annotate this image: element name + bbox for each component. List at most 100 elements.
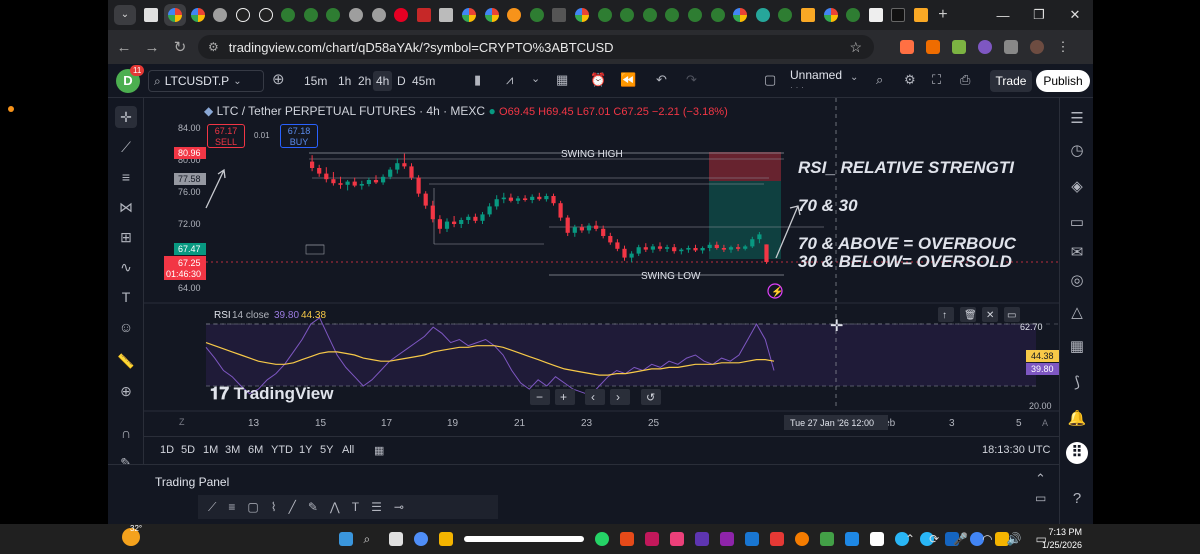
range-5y[interactable]: 5Y [320, 444, 333, 456]
extension-icon[interactable] [952, 40, 966, 54]
scroll-left-button[interactable] [585, 389, 605, 405]
candle-body[interactable] [331, 179, 336, 184]
candle-body[interactable] [643, 247, 648, 250]
file-explorer-icon[interactable] [438, 532, 453, 546]
range-1y[interactable]: 1Y [299, 444, 312, 456]
candle-body[interactable] [359, 184, 364, 186]
candle-body[interactable] [430, 205, 435, 220]
settings-icon[interactable]: ⚙ [904, 72, 916, 88]
candle-body[interactable] [416, 177, 421, 194]
magnet-tool-icon[interactable]: ∩ [115, 422, 137, 444]
tab-chatgpt-6[interactable] [620, 8, 635, 22]
tray-chevron-icon[interactable]: ⌃ [905, 532, 915, 546]
symbol-search[interactable]: ⌕ LTCUSDT.P ⌄ [148, 70, 264, 92]
position-stop-zone[interactable] [709, 152, 781, 181]
app-icon[interactable] [869, 532, 884, 546]
zoom-tool-icon[interactable]: ⊕ [115, 380, 137, 402]
candle-body[interactable] [551, 196, 556, 204]
candle-body[interactable] [381, 176, 386, 183]
interval-15m[interactable]: 15m [304, 71, 327, 91]
start-windows-icon[interactable] [338, 532, 353, 546]
interval-45m[interactable]: 45m [412, 71, 435, 91]
tab-shield[interactable] [755, 8, 770, 22]
brush-tool-icon[interactable]: ∿ [115, 256, 137, 278]
timezone-z-icon[interactable]: Z [179, 417, 185, 427]
candle-body[interactable] [558, 203, 563, 218]
app-icon[interactable] [619, 532, 634, 546]
panel-maximize-icon[interactable]: ▭ [1035, 491, 1046, 505]
tab-yellow[interactable] [800, 8, 815, 22]
candle-body[interactable] [601, 228, 606, 236]
candle-body[interactable] [395, 163, 400, 170]
swing-low-label[interactable]: SWING LOW [641, 271, 701, 282]
candle-body[interactable] [487, 206, 492, 215]
emoji-tool-icon[interactable]: ☺ [115, 316, 137, 338]
candle-body[interactable] [409, 166, 414, 178]
fib-icon[interactable]: ≡ [228, 500, 235, 514]
layout-grid-icon[interactable]: ▦ [556, 72, 568, 88]
tab-pinterest[interactable] [394, 8, 409, 22]
tab-chatgpt-4[interactable] [529, 8, 544, 22]
volume-icon[interactable]: 🔊 [1007, 532, 1022, 546]
candle-body[interactable] [650, 246, 655, 250]
candle-body[interactable] [402, 163, 407, 167]
tab-bank[interactable] [439, 8, 454, 22]
candle-type-icon[interactable]: ▮ [474, 72, 481, 88]
indicators-dropdown-icon[interactable]: ⌄ [531, 72, 540, 85]
candle-body[interactable] [523, 198, 528, 200]
tab-png[interactable] [552, 8, 567, 22]
extension-icon[interactable] [978, 40, 992, 54]
candle-body[interactable] [629, 253, 634, 258]
candle-body[interactable] [459, 220, 464, 224]
candle-body[interactable] [693, 248, 698, 251]
snapshot-icon[interactable]: ⎙ [960, 72, 970, 88]
highlighter-icon[interactable]: ✎ [308, 500, 318, 514]
chart-legend[interactable]: ◆ LTC / Tether PERPETUAL FUTURES · 4h · … [204, 104, 728, 118]
candle-body[interactable] [743, 246, 748, 249]
tab-google-6[interactable] [823, 8, 838, 22]
stream-icon[interactable]: ⟆ [1066, 372, 1088, 394]
interval-2h[interactable]: 2h [358, 71, 371, 91]
new-tab-button[interactable]: + [938, 6, 947, 24]
rectangle-icon[interactable]: ▢ [247, 500, 258, 514]
site-info-icon[interactable]: ⚙ [208, 40, 219, 54]
trading-panel-title[interactable]: Trading Panel [155, 475, 229, 489]
tab-chatgpt-7[interactable] [642, 8, 657, 22]
tab-google-5[interactable] [733, 8, 748, 22]
ideas-icon[interactable]: △ [1066, 302, 1088, 324]
auto-scale-icon[interactable]: A [1042, 418, 1048, 428]
swing-high-label[interactable]: SWING HIGH [561, 149, 623, 160]
rsi-note-overbought[interactable]: 70 & ABOVE = OVERBOUC [798, 234, 1016, 254]
replay-icon[interactable]: ⏪ [620, 72, 636, 88]
back-icon[interactable]: ← [110, 39, 138, 56]
candle-body[interactable] [657, 246, 663, 249]
candle-body[interactable] [366, 180, 371, 184]
chat-icon[interactable]: ▭ [1066, 212, 1088, 234]
app-icon[interactable] [769, 532, 784, 546]
candle-body[interactable] [750, 239, 755, 247]
candle-body[interactable] [473, 216, 478, 221]
candle-body[interactable] [736, 247, 741, 249]
tab-google-active[interactable] [163, 4, 186, 26]
pattern-tool-icon[interactable]: ⋈ [115, 196, 137, 218]
candle-body[interactable] [345, 181, 350, 185]
range-1m[interactable]: 1M [203, 444, 218, 456]
candle-body[interactable] [317, 168, 322, 174]
candle-body[interactable] [373, 180, 379, 183]
text-tool-icon[interactable]: T [115, 286, 137, 308]
trend-line-tool-icon[interactable]: ⟋ [115, 136, 137, 158]
utc-time[interactable]: 18:13:30 UTC [982, 444, 1050, 456]
close-icon[interactable]: ✕ [1057, 7, 1093, 23]
url-field[interactable]: ⚙ tradingview.com/chart/qD58aYAk/?symbol… [198, 35, 874, 59]
line-icon[interactable]: ╱ [289, 500, 296, 514]
text-icon[interactable]: T [352, 500, 359, 514]
candle-body[interactable] [757, 234, 762, 240]
tab-chatgpt-9[interactable] [687, 8, 702, 22]
tab-google-2[interactable] [462, 8, 477, 22]
candle-body[interactable] [615, 242, 620, 249]
range-ytd[interactable]: YTD [271, 444, 293, 456]
tab-search-button[interactable]: ⌄ [114, 5, 136, 25]
candle-body[interactable] [565, 217, 570, 233]
candle-body[interactable] [388, 169, 393, 177]
range-5d[interactable]: 5D [181, 444, 195, 456]
